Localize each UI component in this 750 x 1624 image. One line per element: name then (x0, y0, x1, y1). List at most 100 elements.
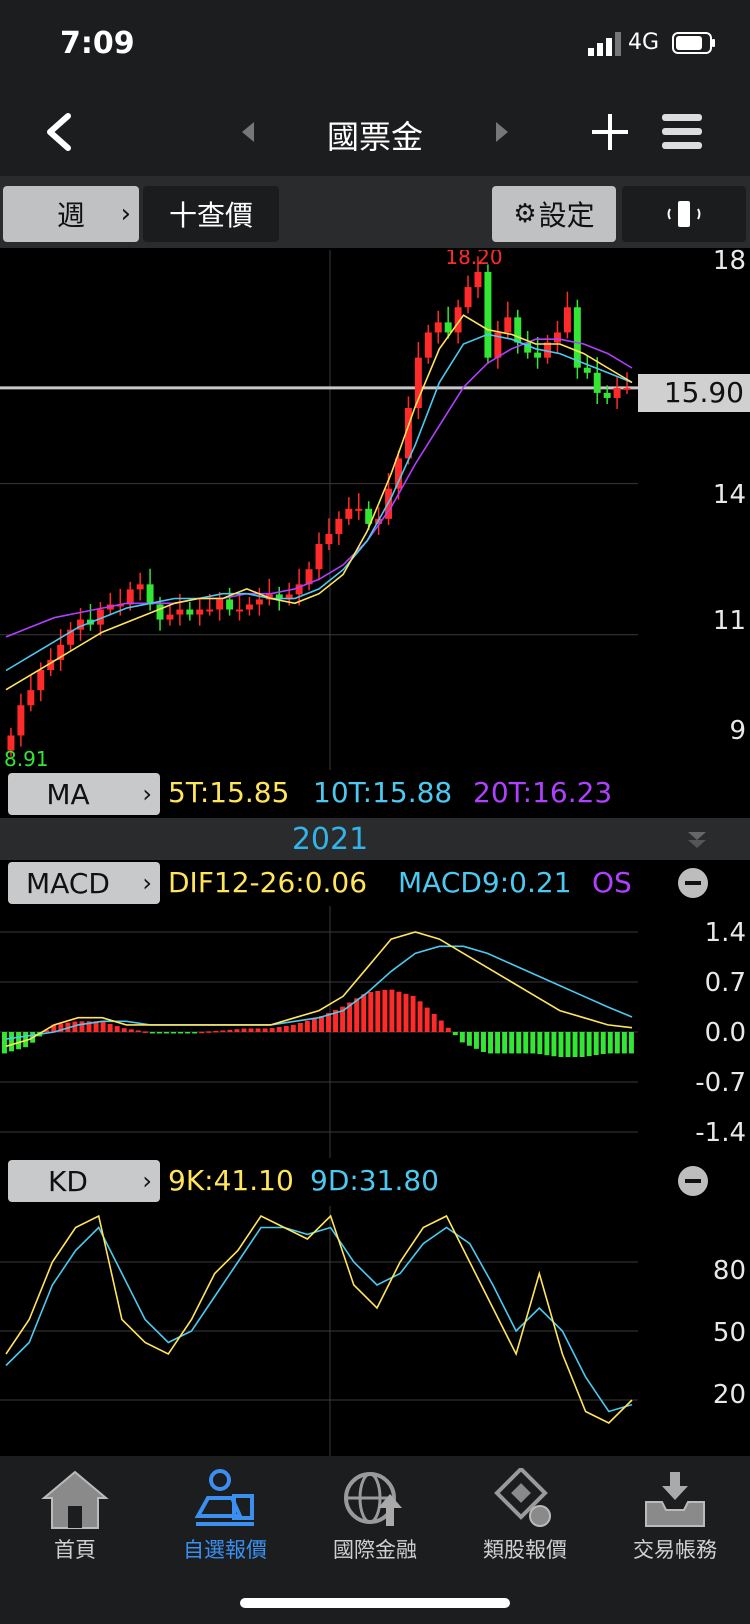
k-value: 9K:41.10 (168, 1164, 294, 1197)
settings-label: 設定 (538, 199, 595, 232)
macd-os-bar (2, 1032, 7, 1054)
candle-body (583, 367, 591, 373)
macd-os-bar (530, 1032, 536, 1054)
low-price-label: 8.91 (4, 747, 49, 770)
rotate-button[interactable] (622, 186, 746, 242)
macd-os-bar (304, 1020, 310, 1032)
macd-os-bar (558, 1032, 564, 1057)
macd-os-bar (100, 1021, 106, 1032)
macd-os-bar (565, 1032, 571, 1057)
macd-os-bar (255, 1028, 261, 1032)
price-axis-label: 11 (712, 606, 746, 636)
macd-axis-label: -1.4 (695, 1118, 746, 1148)
tab-sector[interactable]: 類股報價 (450, 1468, 600, 1564)
macd-os-bar (452, 1032, 458, 1036)
candle-body (27, 690, 35, 706)
candle-body (345, 508, 353, 519)
macd-os-bar (375, 990, 381, 1032)
macd-axis-label: 1.4 (704, 918, 746, 948)
macd-os-bar (248, 1028, 254, 1032)
macd-os-bar (234, 1029, 240, 1032)
tab-trading[interactable]: 交易帳務 (600, 1468, 750, 1564)
macd-os-bar (297, 1022, 303, 1032)
candle-body (126, 589, 134, 605)
os-value: OS (592, 866, 632, 899)
tab-international[interactable]: 國際金融 (300, 1468, 450, 1564)
macd-os-bar (9, 1032, 14, 1052)
macd-os-bar (185, 1032, 191, 1034)
chevron-down-icon[interactable] (686, 830, 708, 850)
candle-body (176, 609, 184, 615)
macd-os-bar (79, 1021, 85, 1032)
ma20-value: 20T:16.23 (473, 776, 613, 809)
macd-os-bar (607, 1032, 613, 1054)
price-axis-label: 14 (712, 480, 746, 510)
macd-os-bar (142, 1031, 148, 1033)
macd-os-bar (537, 1032, 543, 1055)
macd-os-bar (431, 1013, 437, 1032)
candle-body (335, 518, 343, 534)
globe-icon (344, 1472, 402, 1526)
macd-os-bar (16, 1032, 22, 1050)
macd-os-bar (171, 1032, 176, 1034)
price-chart[interactable]: 18.20 8.91 (0, 245, 638, 771)
kd-axis-label: 20 (712, 1380, 746, 1410)
quote-button[interactable]: 十查價 (143, 186, 279, 242)
kd-axis: 80 50 20 (638, 1206, 750, 1456)
macd-os-bar (466, 1032, 472, 1046)
last-price-badge: 15.90 (638, 374, 750, 412)
collapse-kd-icon[interactable] (678, 1166, 708, 1196)
macd-os-bar (107, 1024, 113, 1032)
macd-chart[interactable] (0, 906, 638, 1158)
gear-icon: ⚙ (513, 199, 537, 229)
ma-selector-button[interactable]: MA › (8, 773, 160, 815)
macd-os-bar (481, 1032, 486, 1052)
network-label: 4G (628, 30, 660, 55)
candle-body (37, 669, 45, 691)
macd-os-bar (495, 1032, 501, 1054)
chevron-right-icon: › (142, 780, 152, 808)
next-stock-icon[interactable] (494, 120, 510, 144)
macd-os-bar (551, 1032, 557, 1057)
inbox-icon (645, 1472, 705, 1527)
menu-icon[interactable] (660, 112, 704, 152)
candle-body (186, 609, 194, 615)
candle-body (166, 614, 174, 620)
kd-chart[interactable] (0, 1206, 638, 1456)
back-icon[interactable] (42, 110, 76, 154)
candle-body (514, 317, 522, 343)
macd-os-bar (114, 1026, 120, 1032)
ma-tag-label: MA (46, 777, 90, 811)
period-button[interactable]: 週 › (3, 186, 139, 242)
macd-os-bar (516, 1032, 522, 1054)
collapse-macd-icon[interactable] (678, 868, 708, 898)
macd-os-bar (459, 1032, 465, 1043)
add-icon[interactable] (590, 110, 630, 154)
kd-selector-button[interactable]: KD › (8, 1160, 160, 1202)
macd-os-bar (600, 1032, 606, 1055)
macd-os-bar (290, 1024, 296, 1032)
kd-axis-label: 50 (712, 1318, 746, 1348)
prev-stock-icon[interactable] (240, 120, 256, 144)
candle-body (504, 317, 512, 333)
tab-label: 首頁 (54, 1538, 96, 1562)
macd-os-bar (544, 1032, 550, 1056)
macd-os-bar (319, 1016, 324, 1032)
tab-watchlist[interactable]: 自選報價 (150, 1468, 300, 1564)
macd-os-bar (523, 1032, 529, 1054)
period-label: 週 (56, 199, 85, 232)
tab-home[interactable]: 首頁 (0, 1468, 150, 1564)
macd-os-bar (438, 1020, 444, 1032)
macd-selector-button[interactable]: MACD › (8, 862, 160, 904)
settings-button[interactable]: ⚙ 設定 (492, 186, 616, 242)
rotate-screen-icon (667, 201, 701, 227)
home-icon (41, 1470, 109, 1529)
candle-body (623, 387, 631, 390)
macd-os-bar (593, 1032, 599, 1056)
macd-os-bar (164, 1032, 169, 1034)
macd-os-bar (156, 1032, 162, 1034)
candle-body (484, 272, 492, 358)
macd-os-bar (213, 1030, 219, 1033)
signal-icon (588, 32, 621, 56)
tab-label: 自選報價 (183, 1538, 267, 1562)
